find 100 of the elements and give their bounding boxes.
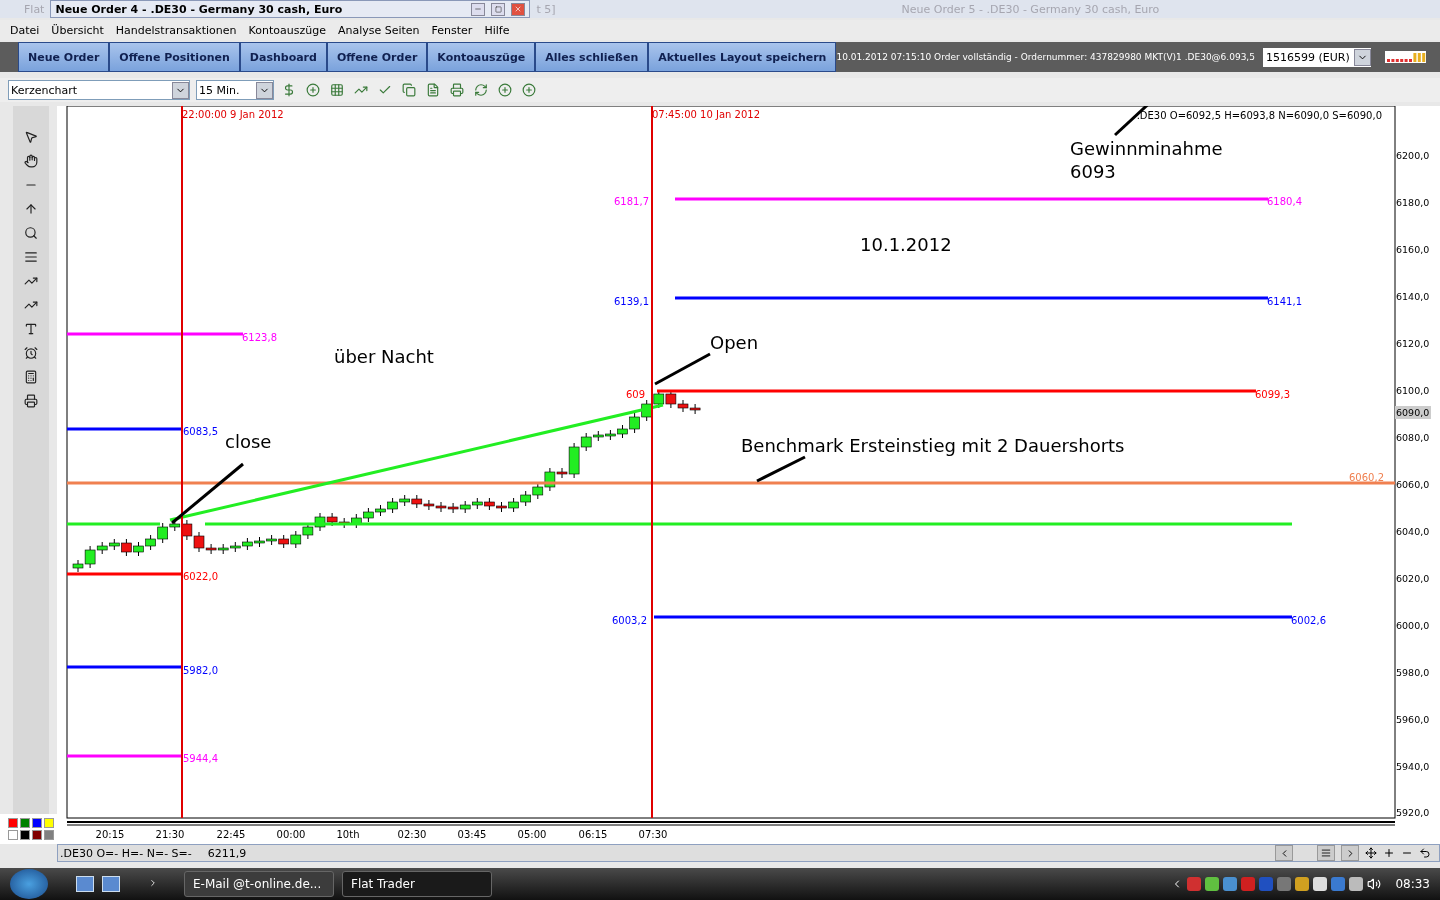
axis-label: 6140,0 (1396, 291, 1430, 302)
color-swatch[interactable] (8, 818, 18, 828)
tray-icon[interactable] (1313, 877, 1328, 891)
annotation-text: über Nacht (334, 346, 434, 367)
close-icon[interactable] (511, 2, 526, 16)
plus-circle-icon[interactable] (496, 81, 514, 99)
level-label: 6181,7 (614, 196, 649, 207)
start-button[interactable] (10, 869, 48, 899)
color-swatch[interactable] (8, 830, 18, 840)
tray-icon[interactable] (1349, 877, 1364, 891)
candle (677, 399, 689, 413)
scroll-left-icon[interactable] (1275, 845, 1293, 861)
candle (375, 504, 386, 517)
scroll-thumb-icon[interactable] (1317, 845, 1335, 861)
plus-circle-icon[interactable] (304, 81, 322, 99)
order-status-message: 10.01.2012 07:15:10 Order vollständig - Ordernummer: 437829980 MKT(V)1 .DE30@6.093,5 (836, 52, 1255, 62)
axis-label: 6120,0 (1396, 338, 1430, 349)
undo-icon[interactable] (1419, 847, 1431, 859)
toolbar-button[interactable]: Dashboard (239, 42, 327, 72)
level-label: 6141,1 (1267, 296, 1302, 307)
candle (230, 541, 241, 553)
level-label: 6022,0 (183, 571, 218, 582)
tray-icon[interactable] (1295, 877, 1310, 891)
candle (641, 399, 652, 422)
taskbar-button[interactable]: Flat Trader (342, 871, 492, 897)
menu-item[interactable]: Datei (10, 23, 40, 37)
candle (266, 534, 277, 546)
candle (254, 536, 265, 548)
axis-label: 03:45 (457, 829, 487, 840)
window-title: Neue Order 4 - .DE30 - Germany 30 cash, Euro (55, 2, 344, 16)
minimize-icon[interactable] (471, 2, 486, 16)
color-swatch[interactable] (20, 830, 30, 840)
account-dropdown[interactable]: 1516599 (EUR) (1262, 47, 1371, 67)
price-value: 6211,9 (207, 846, 247, 860)
desktop-icon[interactable] (76, 876, 94, 892)
refresh-icon[interactable] (472, 81, 490, 99)
dropdown-icon[interactable] (1353, 48, 1371, 66)
candle (145, 534, 156, 551)
toolbar-button[interactable]: Aktuelles Layout speichern (648, 42, 837, 72)
zoom-in-icon[interactable] (1383, 847, 1395, 859)
dropdown-icon[interactable] (172, 81, 189, 99)
toolbar-button[interactable]: Kontoauszüge (427, 42, 536, 72)
axis-label: 05:00 (517, 829, 547, 840)
menu-item[interactable]: Übersicht (51, 23, 104, 37)
color-swatch[interactable] (32, 818, 42, 828)
interval-dropdown[interactable]: 15 Min. (196, 80, 274, 100)
candle (363, 507, 374, 523)
axis-label: 00:00 (276, 829, 306, 840)
tray-icon[interactable] (1223, 877, 1238, 891)
level-label: 609 (626, 389, 646, 400)
grid-icon[interactable] (328, 81, 346, 99)
level-label: 6083,5 (183, 426, 218, 437)
menu-item[interactable]: Kontoauszüge (248, 23, 326, 37)
candle (278, 534, 289, 549)
dropdown-icon[interactable] (256, 81, 273, 99)
volume-icon[interactable] (1367, 877, 1382, 891)
copy-icon[interactable] (400, 81, 418, 99)
menu-item[interactable]: Fenster (431, 23, 473, 37)
signal-meter-icon (1384, 51, 1426, 63)
window-switch-icon[interactable] (102, 876, 120, 892)
scroll-right-icon[interactable] (1341, 845, 1359, 861)
menu-item[interactable]: Handelstransaktionen (115, 23, 237, 37)
axis-label: 10th (336, 829, 360, 840)
current-price-tag: 6090,0 (1395, 406, 1431, 419)
toolbar-button[interactable]: Neue Order (18, 42, 110, 72)
annotation-text: Gewinnminahme (1070, 138, 1223, 159)
axis-label: 07:30 (638, 829, 668, 840)
plus-circle-icon[interactable] (520, 81, 538, 99)
background-window-title: Flat (24, 2, 45, 16)
annotation-text: 6093 (1070, 161, 1116, 182)
candle (133, 541, 144, 557)
color-swatch[interactable] (44, 818, 54, 828)
color-swatch[interactable] (20, 818, 30, 828)
axis-label: 6040,0 (1396, 526, 1430, 537)
maximize-icon[interactable] (491, 2, 506, 16)
annotation-text: close (225, 431, 272, 452)
menu-item[interactable]: Analyse Seiten (337, 23, 420, 37)
tray-icon[interactable] (1205, 877, 1220, 891)
axis-label: 6060,0 (1396, 479, 1430, 490)
background-window-title: Neue Order 5 - .DE30 - Germany 30 cash, Euro (901, 2, 1160, 16)
toolbar-button[interactable]: Offene Positionen (109, 42, 240, 72)
quote-header: .DE30 O=6092,5 H=6093,8 N=6090,0 S=6090,0 (1136, 110, 1382, 121)
level-label: 6002,6 (1291, 615, 1326, 626)
axis-label: 20:15 (95, 829, 125, 840)
taskbar-button[interactable]: E-Mail @t-online.de... (184, 871, 334, 897)
candle (435, 501, 447, 513)
axis-label: 21:30 (155, 829, 185, 840)
menu-item[interactable]: Hilfe (484, 23, 510, 37)
color-swatch[interactable] (32, 830, 42, 840)
toolbar-button[interactable]: Offene Order (326, 42, 428, 72)
chart-type-dropdown[interactable]: Kerzenchart (8, 80, 190, 100)
color-swatch[interactable] (44, 830, 54, 840)
toolbar-button[interactable]: Alles schließen (535, 42, 649, 72)
alarm-clock-icon[interactable] (21, 344, 41, 362)
annotation-text: Benchmark Ersteinstieg mit 2 Dauershorts (741, 435, 1125, 456)
level-label: 6099,3 (1255, 389, 1290, 400)
axis-label: 6100,0 (1396, 385, 1430, 396)
axis-label: 6180,0 (1396, 197, 1430, 208)
candle (508, 497, 519, 513)
move-icon[interactable] (1365, 847, 1377, 859)
